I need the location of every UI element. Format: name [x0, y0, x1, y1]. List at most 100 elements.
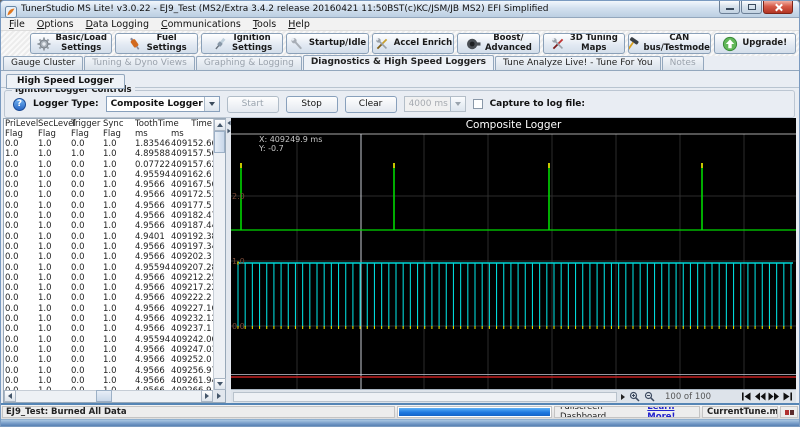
- table-row[interactable]: 0.01.00.01.04.9566409212.25: [4, 273, 213, 283]
- last-page-button[interactable]: [782, 392, 793, 401]
- toolbar-button-boost-advanced[interactable]: Boost/Advanced: [457, 33, 539, 54]
- toolbar-button-fuel-settings[interactable]: FuelSettings: [115, 33, 197, 54]
- gear-icon: [36, 36, 52, 52]
- table-vertical-scrollbar[interactable]: [213, 119, 225, 390]
- table-cell: 0.0: [4, 335, 37, 345]
- table-row[interactable]: 0.01.00.01.01.83546409152.66: [4, 139, 213, 149]
- log-table-viewport[interactable]: PriLevelFlagSecLevelFlagTriggerFlagSyncF…: [4, 119, 213, 390]
- tab-diagnostics-high-speed-loggers[interactable]: Diagnostics & High Speed Loggers: [303, 55, 494, 70]
- table-row[interactable]: 0.01.00.01.04.9566409261.94: [4, 376, 213, 386]
- table-cell: 0.0: [70, 160, 102, 170]
- next-page-button[interactable]: [768, 392, 780, 401]
- table-horizontal-scrollbar[interactable]: [4, 390, 213, 402]
- table-row[interactable]: 0.01.00.01.04.95594409207.28: [4, 263, 213, 273]
- play-icon[interactable]: [621, 394, 625, 400]
- grid: [231, 134, 796, 389]
- toolbar-button-basic-load-settings[interactable]: Basic/LoadSettings: [30, 33, 112, 54]
- table-row[interactable]: 0.01.00.01.04.9566409182.47: [4, 211, 213, 221]
- table-row[interactable]: 0.01.00.01.04.9566409197.34: [4, 242, 213, 252]
- table-row[interactable]: 0.01.00.01.04.9566409222.2: [4, 293, 213, 303]
- tab-notes: Notes: [662, 56, 704, 70]
- table-cell: 409227.16: [170, 304, 213, 314]
- scroll-left-button[interactable]: [4, 390, 16, 402]
- learn-more-link[interactable]: Learn More!: [647, 406, 699, 418]
- table-row[interactable]: 0.01.00.01.04.9566409237.1: [4, 324, 213, 334]
- hammer-icon: [628, 36, 639, 52]
- table-cell: 0.0: [4, 263, 37, 273]
- table-row[interactable]: 0.01.00.01.04.9566409247.03: [4, 345, 213, 355]
- menu-tools[interactable]: Tools: [247, 19, 282, 30]
- capture-checkbox[interactable]: [473, 99, 483, 109]
- tab-tune-analyze-live-tune-for-you[interactable]: Tune Analyze Live! - Tune For You: [495, 56, 661, 70]
- table-cell: 1.0: [102, 314, 134, 324]
- chevron-down-icon[interactable]: [204, 97, 219, 111]
- toolbar-button-startup-idle[interactable]: Startup/Idle: [286, 33, 368, 54]
- first-page-button[interactable]: [741, 392, 752, 401]
- splitter-collapse-right-icon[interactable]: [227, 129, 230, 134]
- close-button[interactable]: [763, 1, 793, 14]
- zoom-in-icon[interactable]: [629, 391, 640, 402]
- start-button[interactable]: Start: [227, 96, 279, 113]
- clear-button[interactable]: Clear: [345, 96, 397, 113]
- help-icon[interactable]: ?: [13, 98, 26, 111]
- toolbar-button-ignition-settings[interactable]: IgnitionSettings: [201, 33, 283, 54]
- table-row[interactable]: 0.01.00.01.04.9566409227.16: [4, 304, 213, 314]
- scroll-up-button[interactable]: [214, 119, 226, 131]
- scrollbar-corner: [213, 390, 225, 402]
- vertical-scroll-thumb[interactable]: [214, 131, 225, 153]
- scroll-down-button[interactable]: [214, 378, 226, 390]
- table-cell: 0.0: [4, 232, 37, 242]
- table-cell: 1.0: [37, 355, 70, 365]
- menu-file[interactable]: File: [3, 19, 31, 30]
- table-cell: 0.0: [4, 160, 37, 170]
- table-row[interactable]: 0.01.00.01.04.9566409172.53: [4, 190, 213, 200]
- splitter-collapse-left-icon[interactable]: [227, 121, 230, 126]
- table-cell: 1.0: [37, 324, 70, 334]
- scroll-right-button[interactable]: [201, 390, 213, 402]
- table-row[interactable]: 0.01.00.01.04.9566409252.0: [4, 355, 213, 365]
- table-row[interactable]: 0.01.00.01.04.9401409192.38: [4, 232, 213, 242]
- menu-communications[interactable]: Communications: [155, 19, 247, 30]
- tab-gauge-cluster[interactable]: Gauge Cluster: [3, 56, 83, 70]
- table-cell: 409212.25: [170, 273, 213, 283]
- table-header-row: PriLevelFlagSecLevelFlagTriggerFlagSyncF…: [4, 119, 213, 139]
- table-row[interactable]: 1.01.01.01.04.89588409157.56: [4, 149, 213, 159]
- toolbar-button-upgrade[interactable]: Upgrade!: [714, 33, 796, 54]
- table-row[interactable]: 0.01.00.01.04.9566409187.44: [4, 221, 213, 231]
- table-cell: 1.0: [37, 283, 70, 293]
- composite-logger-chart[interactable]: 2.01.00.0 Composite Logger X: 409249.9 m…: [231, 118, 796, 389]
- table-row[interactable]: 0.01.00.01.04.9566409177.5: [4, 201, 213, 211]
- table-row[interactable]: 0.01.00.01.04.95594409162.6: [4, 170, 213, 180]
- table-row[interactable]: 0.01.00.01.04.9566409256.97: [4, 366, 213, 376]
- toolbar-button-3d-tuning-maps[interactable]: 3D TuningMaps: [543, 33, 625, 54]
- toolbar-button-can-bus-testmodes[interactable]: CANbus/Testmodes: [628, 33, 710, 54]
- chart-scroll-track[interactable]: [233, 392, 617, 402]
- logger-type-select[interactable]: Composite Logger: [106, 96, 220, 112]
- table-cell: 409197.34: [170, 242, 213, 252]
- menu-options[interactable]: Options: [31, 19, 80, 30]
- title-bar[interactable]: TunerStudio MS Lite! v3.0.22 - EJ9_Test …: [1, 1, 799, 18]
- table-row[interactable]: 0.01.00.01.04.9566409217.22: [4, 283, 213, 293]
- toolbar-button-label: Upgrade!: [742, 39, 787, 48]
- maximize-button[interactable]: [741, 1, 762, 14]
- toolbar-button-accel-enrich[interactable]: Accel Enrich: [372, 33, 454, 54]
- table-row[interactable]: 0.01.00.01.04.9566409202.3: [4, 252, 213, 262]
- menu-data-logging[interactable]: Data Logging: [80, 19, 155, 30]
- table-cell: 409172.53: [170, 190, 213, 200]
- table-cell: 1.0: [102, 190, 134, 200]
- table-cell: 409232.12: [170, 314, 213, 324]
- table-row[interactable]: 0.01.00.01.04.9566409167.56: [4, 180, 213, 190]
- zoom-out-icon[interactable]: [644, 391, 655, 402]
- table-row[interactable]: 0.01.00.01.04.9566409232.12: [4, 314, 213, 324]
- stop-button[interactable]: Stop: [286, 96, 338, 113]
- menu-help[interactable]: Help: [282, 19, 316, 30]
- horizontal-scroll-thumb[interactable]: [96, 390, 112, 402]
- table-cell: 0.0: [4, 201, 37, 211]
- tab-high-speed-logger[interactable]: High Speed Logger: [6, 74, 125, 89]
- prev-page-button[interactable]: [754, 392, 766, 401]
- table-row[interactable]: 0.01.00.01.04.95594409242.06: [4, 335, 213, 345]
- table-cell: 0.0: [70, 376, 102, 386]
- table-cell: 409152.66: [170, 139, 213, 149]
- table-row[interactable]: 0.01.00.01.00.07722409157.62: [4, 160, 213, 170]
- minimize-button[interactable]: [719, 1, 740, 14]
